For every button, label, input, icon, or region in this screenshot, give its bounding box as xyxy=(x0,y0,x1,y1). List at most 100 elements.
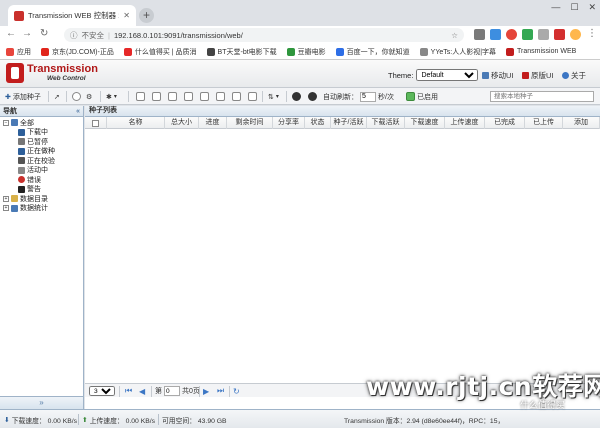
sidebar-item[interactable]: 已暂停 xyxy=(0,137,83,147)
mobile-ui-link[interactable]: 移动UI xyxy=(482,70,514,81)
navigation-sidebar: 导航 « − 全部 下载中 已暂停 正在做种 正在校验 活动中 错误 警告 + 数据目录 + 数据统计 … xyxy=(0,106,84,409)
column-header[interactable]: 总大小 xyxy=(165,117,199,129)
column-header[interactable]: 进度 xyxy=(199,117,227,129)
bookmark-item[interactable]: 什么值得买 | 品质消 xyxy=(123,47,197,57)
start-button[interactable] xyxy=(136,91,145,102)
expand-icon[interactable]: + xyxy=(3,205,9,212)
expand-icon[interactable]: + xyxy=(3,195,9,202)
move-button[interactable] xyxy=(200,91,209,102)
extension-icon[interactable] xyxy=(522,29,533,40)
column-header[interactable]: 名称 xyxy=(107,117,165,129)
settings-button[interactable]: ⚙ xyxy=(86,91,92,102)
info-icon[interactable]: ⓘ xyxy=(70,30,78,41)
select-all-checkbox[interactable] xyxy=(85,117,107,129)
column-header[interactable]: 上传速度 xyxy=(445,117,485,129)
last-page-button[interactable]: ⏭ xyxy=(217,386,224,396)
sort-button[interactable]: ⇅ ▾ xyxy=(268,91,279,102)
bookmark-item[interactable]: 豆瓣电影 xyxy=(286,47,326,57)
bookmark-item[interactable]: YYeTs:人人影视|字幕 xyxy=(419,47,496,57)
bookmark-item[interactable]: 百度一下，你就知道 xyxy=(335,47,410,57)
sidebar-item[interactable]: 错误 xyxy=(0,175,83,185)
sidebar-item[interactable]: − 全部 xyxy=(0,118,83,128)
bookmark-item[interactable]: 京东(JD.COM)-正品 xyxy=(41,47,114,57)
pause-button[interactable] xyxy=(152,91,161,102)
bookmark-star-icon[interactable]: ☆ xyxy=(451,31,458,40)
sidebar-item[interactable]: + 数据目录 xyxy=(0,194,83,204)
reload-page-button[interactable]: ↻ xyxy=(233,386,240,396)
new-tab-button[interactable]: + xyxy=(139,8,154,23)
forward-icon[interactable]: → xyxy=(22,28,32,39)
close-window-icon[interactable]: ✕ xyxy=(588,2,596,13)
column-header[interactable]: 剩余时间 xyxy=(227,117,273,129)
refresh-interval-input[interactable] xyxy=(360,91,376,102)
sidebar-item[interactable]: 活动中 xyxy=(0,166,83,176)
bookmark-item[interactable]: Transmission WEB xyxy=(506,47,576,56)
logo-subtitle: Web Control xyxy=(47,75,86,82)
original-ui-link[interactable]: 原版UI xyxy=(522,70,554,81)
folder-icon xyxy=(11,195,18,203)
auto-refresh-label: 自动刷新： xyxy=(323,93,358,101)
page-size-select[interactable]: 30 xyxy=(89,386,115,396)
close-tab-icon[interactable]: ✕ xyxy=(123,11,130,20)
column-header[interactable]: 下载活跃 xyxy=(367,117,405,129)
verify-button[interactable] xyxy=(168,91,177,102)
sidebar-item[interactable]: 警告 xyxy=(0,185,83,195)
column-header[interactable]: 状态 xyxy=(305,117,331,129)
refresh-button[interactable] xyxy=(72,91,81,102)
sidebar-footer-expand-icon[interactable]: » xyxy=(0,396,83,409)
column-header[interactable]: 种子/活跃 xyxy=(331,117,367,129)
collapse-sidebar-icon[interactable]: « xyxy=(76,108,80,115)
error-icon xyxy=(18,176,25,184)
chrome-icon[interactable] xyxy=(506,29,517,40)
bookmark-item[interactable]: BT天堂-bt电影下载 xyxy=(206,47,277,57)
version-info: Transmission 版本：2.94 (d8e60ee44f)，RPC：15… xyxy=(344,418,505,425)
prev-page-button[interactable]: ◀ xyxy=(139,386,145,396)
sidebar-item[interactable]: 正在校验 xyxy=(0,156,83,166)
browser-tab[interactable]: Transmission WEB 控制器 1.6. ✕ xyxy=(8,5,136,26)
page-input[interactable] xyxy=(164,386,180,396)
bookmark-item[interactable]: 应用 xyxy=(6,47,31,57)
upload-arrow-icon: ⬆ xyxy=(82,417,88,424)
auto-refresh-enabled[interactable]: 已启用 xyxy=(406,91,438,102)
play-button[interactable] xyxy=(292,91,301,102)
remove-button[interactable] xyxy=(184,91,193,102)
extension-icon[interactable] xyxy=(474,29,485,40)
about-link[interactable]: 关于 xyxy=(562,70,586,81)
menu-icon[interactable]: ⋮ xyxy=(587,28,597,39)
extension-icon[interactable] xyxy=(554,29,565,40)
extension-icon[interactable] xyxy=(490,29,501,40)
label-button[interactable] xyxy=(248,91,257,102)
column-header[interactable]: 已上传 xyxy=(525,117,563,129)
column-header[interactable]: 添加 xyxy=(563,117,600,129)
sidebar-item[interactable]: 正在做种 xyxy=(0,147,83,157)
column-header[interactable]: 下载速度 xyxy=(405,117,445,129)
insecure-label: 不安全 xyxy=(81,30,105,40)
maximize-icon[interactable]: ☐ xyxy=(570,2,578,13)
sidebar-item[interactable]: + 数据统计 xyxy=(0,204,83,214)
next-page-button[interactable]: ▶ xyxy=(203,386,209,396)
mobile-icon xyxy=(482,72,489,79)
plugins-button[interactable]: ✱ ▾ xyxy=(106,91,117,102)
alt-speed-button[interactable] xyxy=(308,91,317,102)
address-input[interactable]: ⓘ 不安全 | 192.168.0.101:9091/transmission/… xyxy=(64,28,464,42)
collapse-icon[interactable]: − xyxy=(3,119,9,126)
first-page-button[interactable]: ⏮ xyxy=(125,386,132,396)
theme-select[interactable]: Default xyxy=(416,69,479,81)
add-torrent-button[interactable]: ✚ 添加种子 xyxy=(5,91,41,102)
reload-icon[interactable]: ↻ xyxy=(40,28,48,39)
column-header[interactable]: 已完成 xyxy=(485,117,525,129)
sidebar-item[interactable]: 下载中 xyxy=(0,128,83,138)
add-icon: ✚ xyxy=(5,93,11,101)
tracker-button[interactable] xyxy=(232,91,241,102)
start-all-button[interactable]: ➚ xyxy=(54,91,60,102)
rename-button[interactable] xyxy=(216,91,225,102)
column-header[interactable]: 分享率 xyxy=(273,117,305,129)
original-ui-icon xyxy=(522,72,529,79)
search-input[interactable] xyxy=(490,91,594,102)
extension-icon[interactable] xyxy=(538,29,549,40)
profile-icon[interactable] xyxy=(570,29,581,40)
minimize-icon[interactable]: — xyxy=(551,2,560,13)
pause-icon xyxy=(18,138,25,146)
back-icon[interactable]: ← xyxy=(6,28,16,39)
pause-icon xyxy=(152,92,161,101)
